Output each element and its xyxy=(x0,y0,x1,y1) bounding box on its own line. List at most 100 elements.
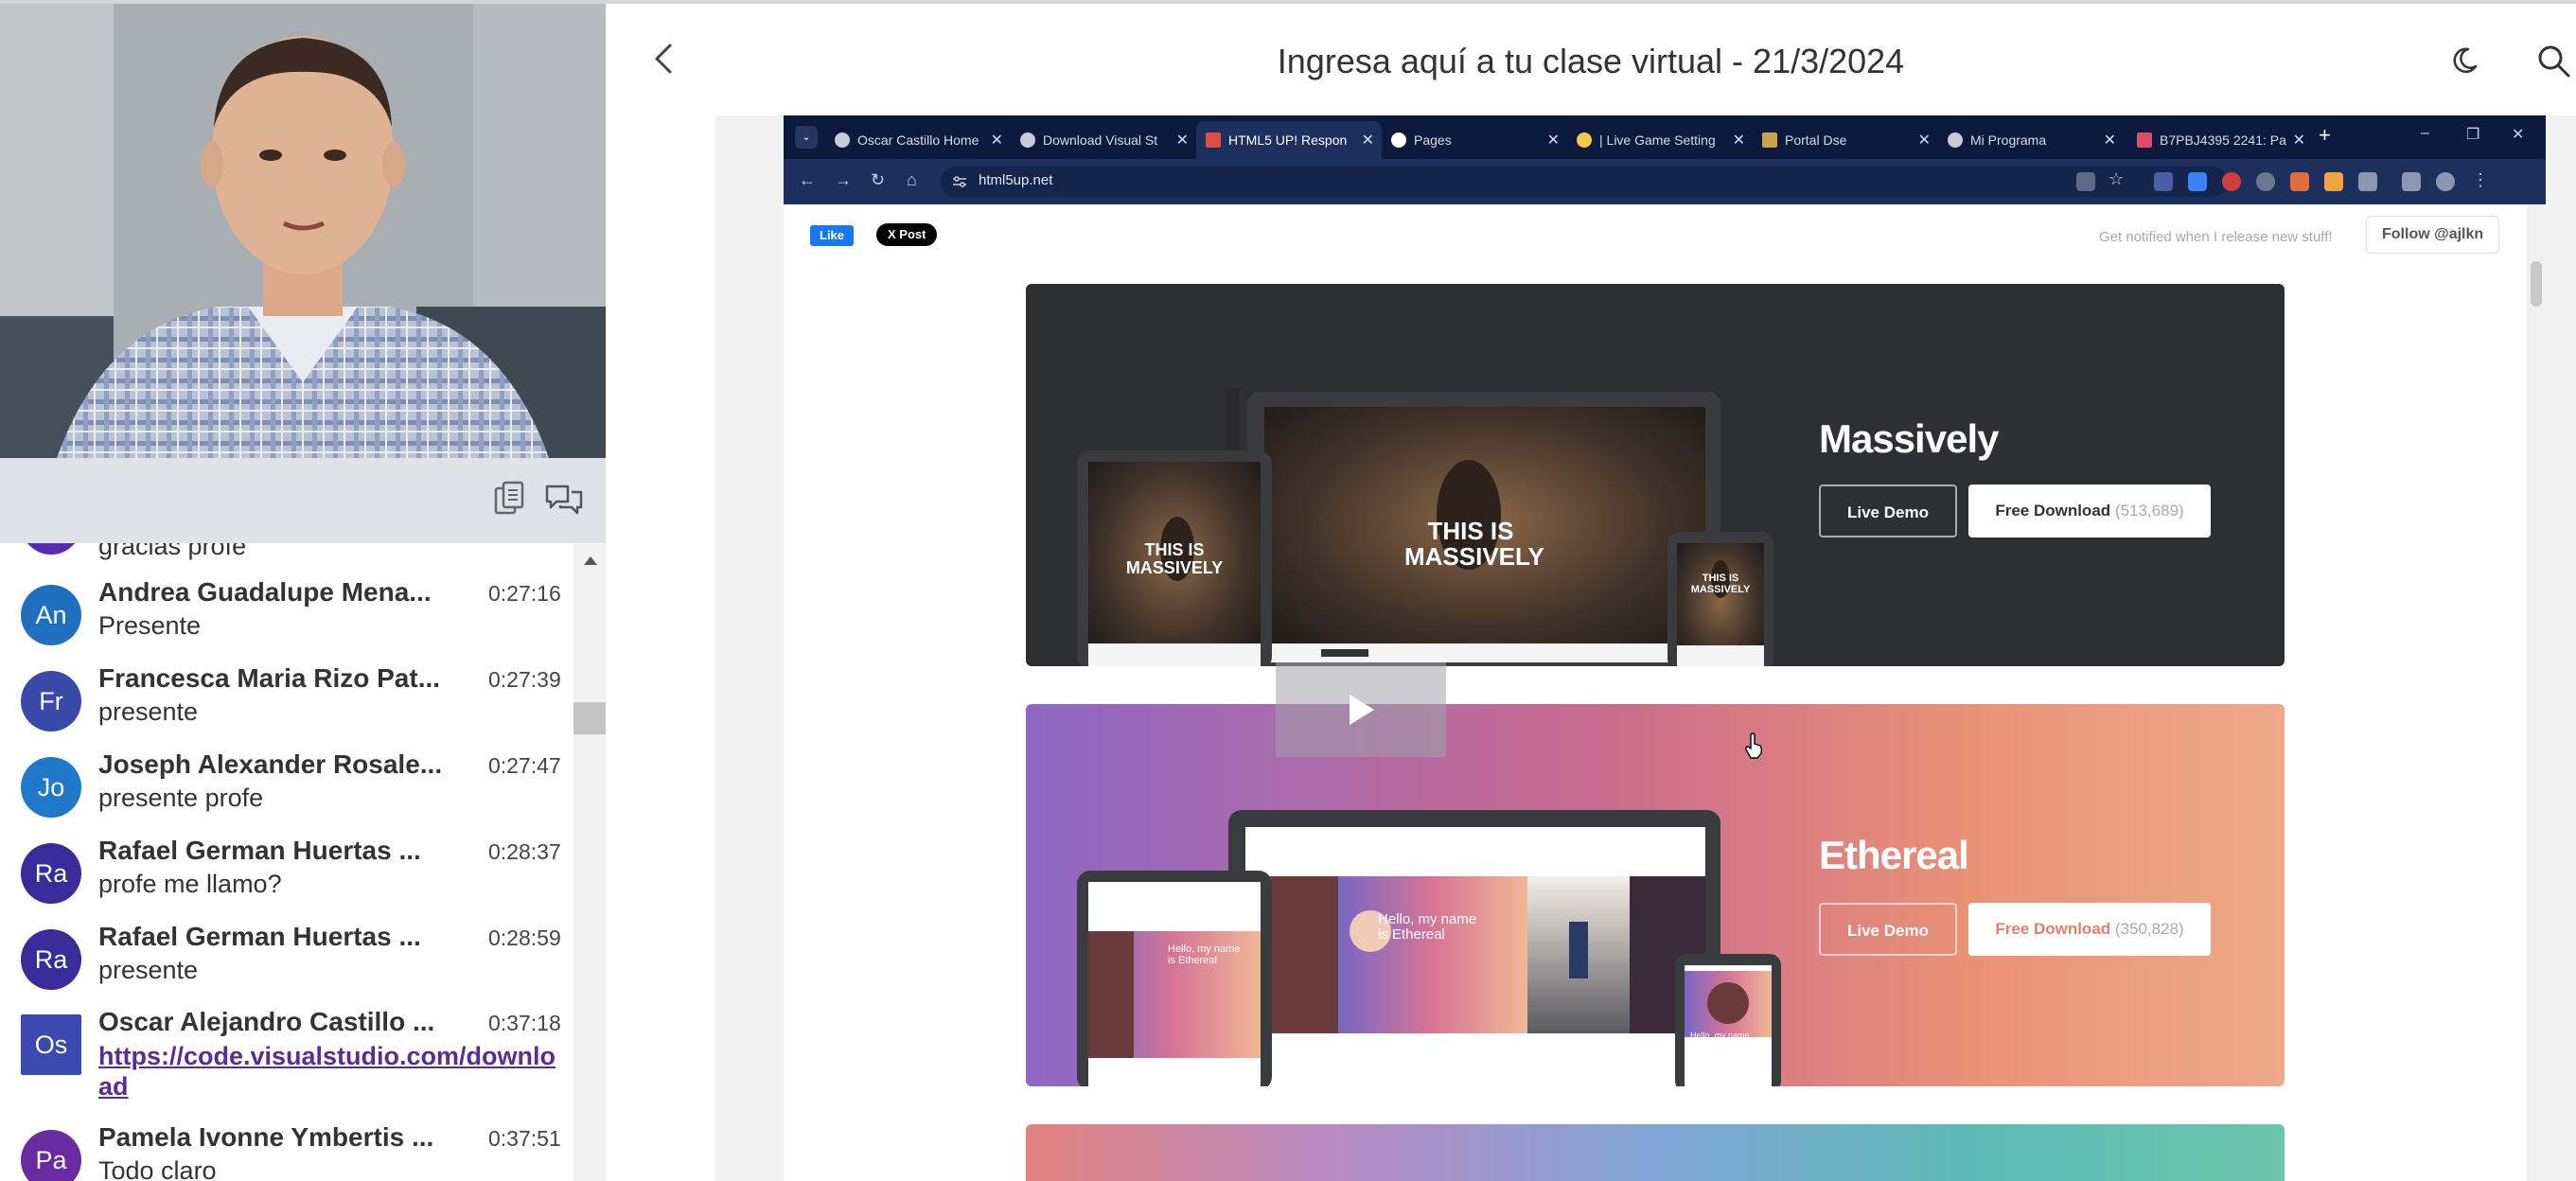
message-text: profe me llamo? xyxy=(98,870,282,898)
restore-button[interactable]: ❐ xyxy=(2466,125,2479,144)
avatar: An xyxy=(21,585,81,645)
bookmark-star-icon[interactable]: ☆ xyxy=(2108,169,2124,189)
template-title: Ethereal xyxy=(1819,833,1969,877)
chat-message-partial: gracias profe xyxy=(0,543,573,564)
sender-name: Oscar Alejandro Castillo ... xyxy=(98,1007,435,1036)
screen-share-area: ⌄ Oscar Castillo Home ✕ Download Visual S… xyxy=(715,115,2576,1181)
reload-icon[interactable]: ↻ xyxy=(871,170,885,190)
free-download-button[interactable]: Free Download (513,689) xyxy=(1968,485,2211,538)
copy-icon[interactable] xyxy=(488,479,530,520)
back-arrow-icon[interactable]: ← xyxy=(799,170,816,190)
browser-tab[interactable]: B7PBJ4395 2241: Pa ✕ xyxy=(2127,121,2313,159)
web-page: Like X Post Get notified when I release … xyxy=(784,204,2527,1181)
shared-browser-window: ⌄ Oscar Castillo Home ✕ Download Visual S… xyxy=(784,115,2546,1181)
chat-message: Ra Rafael German Huertas ... 0:28:59 pre… xyxy=(0,922,573,997)
follow-button[interactable]: Follow @ajlkn xyxy=(2366,216,2500,254)
close-window-button[interactable]: ✕ xyxy=(2512,125,2524,144)
page-scrollbar[interactable] xyxy=(2527,204,2546,1181)
notify-text: Get notified when I release new stuff! xyxy=(2099,229,2333,245)
template-title: Massively xyxy=(1819,416,1999,461)
message-text: presente xyxy=(98,956,199,984)
message-time: 0:27:39 xyxy=(488,667,561,692)
tab-search-icon[interactable]: ⌄ xyxy=(795,126,818,149)
presenter-image xyxy=(0,4,606,458)
message-time: 0:37:18 xyxy=(488,1011,561,1035)
message-time: 0:37:51 xyxy=(488,1126,561,1151)
side-panel-icon[interactable] xyxy=(2402,172,2421,191)
chat-message: Pa Pamela Ivonne Ymbertis ... 0:37:51 To… xyxy=(0,1122,573,1181)
ethereal-mock-heading: Hello, my name is Ethereal xyxy=(1378,911,1477,943)
chat-scrollbar[interactable] xyxy=(573,543,606,1181)
header: Ingresa aquí a tu clase virtual - 21/3/2… xyxy=(606,4,2576,115)
template-card-massively: THIS IS MASSIVELY THIS IS MASSIVELY THIS I… xyxy=(1026,284,2285,666)
video-play-overlay[interactable] xyxy=(1276,662,1446,757)
page-scrollbar-thumb[interactable] xyxy=(2531,261,2542,307)
template-card-next xyxy=(1026,1124,2285,1181)
message-time: 0:27:16 xyxy=(488,581,561,606)
translate-icon[interactable] xyxy=(2076,172,2095,191)
play-icon[interactable] xyxy=(1344,693,1378,727)
browser-tab[interactable]: Oscar Castillo Home ✕ xyxy=(825,121,1011,159)
browser-tab-active[interactable]: HTML5 UP! Respon ✕ xyxy=(1196,121,1382,159)
ethereal-mock-heading-tablet: Hello, my name is Ethereal xyxy=(1168,943,1241,966)
message-time: 0:28:59 xyxy=(488,925,561,950)
ethereal-mock-heading-phone: Hello, my name is Ethereal xyxy=(1690,1031,1750,1049)
avatar: Pa xyxy=(21,1130,81,1181)
massively-mock-heading: THIS IS MASSIVELY xyxy=(1404,517,1544,572)
microphone-icon[interactable] xyxy=(2256,172,2275,191)
forward-arrow-icon[interactable]: → xyxy=(835,170,852,190)
browser-tab[interactable]: Pages ✕ xyxy=(1382,121,1567,159)
scroll-up-arrow-icon[interactable] xyxy=(584,556,597,565)
free-download-button[interactable]: Free Download (350,828) xyxy=(1968,903,2211,956)
search-icon[interactable] xyxy=(2536,44,2570,78)
minimize-button[interactable]: – xyxy=(2421,125,2429,142)
chat-bubbles-icon[interactable] xyxy=(543,479,585,520)
avatar: Ra xyxy=(21,929,81,990)
browser-tab[interactable]: | Live Game Setting ✕ xyxy=(1567,121,1753,159)
extensions-puzzle-icon[interactable] xyxy=(2358,172,2377,191)
sender-name: Pamela Ivonne Ymbertis ... xyxy=(98,1122,434,1152)
chat-message: Os Oscar Alejandro Castillo ... 0:37:18 … xyxy=(0,1007,573,1111)
sender-name: Rafael German Huertas ... xyxy=(98,836,421,865)
site-info-icon[interactable] xyxy=(952,174,967,189)
message-text: presente xyxy=(98,697,199,726)
x-post-button[interactable]: X Post xyxy=(876,223,938,246)
presenter-webcam xyxy=(0,4,606,458)
message-time: 0:28:37 xyxy=(488,839,561,864)
massively-mock-heading-phone: THIS IS MASSIVELY xyxy=(1690,573,1751,595)
new-tab-button[interactable]: + xyxy=(2319,123,2331,148)
chat-message-list: gracias profe An Andrea Guadalupe Mena..… xyxy=(0,543,573,1181)
live-demo-button[interactable]: Live Demo xyxy=(1819,485,1957,538)
browser-menu-icon[interactable]: ⋮ xyxy=(2472,170,2489,190)
browser-tab[interactable]: Mi Programa ✕ xyxy=(1938,121,2124,159)
live-demo-button[interactable]: Live Demo xyxy=(1819,903,1957,956)
extension-icon[interactable] xyxy=(2188,172,2207,191)
browser-toolbar: ← → ↻ ⌂ html5up.net ☆ ⋮ xyxy=(784,159,2546,204)
avatar: Jo xyxy=(21,757,81,818)
url-text: html5up.net xyxy=(979,172,1053,188)
browser-tab[interactable]: Portal Dse ✕ xyxy=(1753,121,1938,159)
ethereal-preview-image xyxy=(1077,810,1781,1086)
message-link[interactable]: https://code.visualstudio.com/download xyxy=(98,1041,562,1102)
right-panel: Ingresa aquí a tu clase virtual - 21/3/2… xyxy=(606,4,2576,1181)
facebook-like-button[interactable]: Like xyxy=(810,225,855,246)
chat-toolbar xyxy=(0,458,606,543)
sender-name: Joseph Alexander Rosale... xyxy=(98,749,443,779)
massively-mock-heading-tablet: THIS IS MASSIVELY xyxy=(1125,540,1224,577)
profile-icon[interactable] xyxy=(2436,172,2455,191)
sender-name: Francesca Maria Rizo Pat... xyxy=(98,663,441,693)
message-text: presente profe xyxy=(98,784,264,812)
chat-message: Ra Rafael German Huertas ... 0:28:37 pro… xyxy=(0,836,573,911)
left-panel: gracias profe An Andrea Guadalupe Mena..… xyxy=(0,4,606,1181)
address-bar[interactable]: html5up.net xyxy=(941,167,2228,197)
scrollbar-thumb[interactable] xyxy=(573,702,606,734)
extension-icon[interactable] xyxy=(2154,172,2173,191)
mouse-cursor-icon xyxy=(1745,732,1763,759)
browser-tab[interactable]: Download Visual St ✕ xyxy=(1011,121,1196,159)
record-extension-icon[interactable] xyxy=(2222,172,2241,191)
message-time: 0:27:47 xyxy=(488,753,561,778)
extension-icon[interactable] xyxy=(2324,172,2343,191)
moon-icon[interactable] xyxy=(2449,45,2479,76)
extension-icon[interactable] xyxy=(2290,172,2309,191)
home-icon[interactable]: ⌂ xyxy=(907,170,917,190)
